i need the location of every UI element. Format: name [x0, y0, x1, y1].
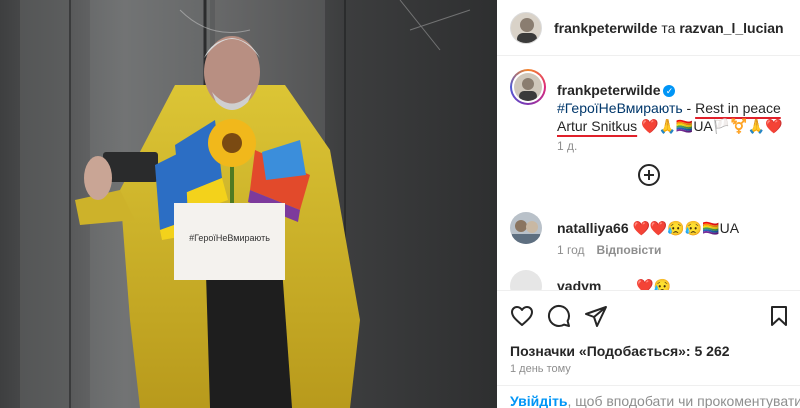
post-photo[interactable]: #ГероїНеВмирають	[0, 0, 497, 408]
caption-author-link[interactable]: frankpeterwilde	[557, 82, 660, 98]
comment-body: ❤️❤️😥😥🏳️‍🌈UA	[632, 220, 740, 236]
caption-dash: -	[682, 100, 696, 116]
header-author-link[interactable]: frankpeterwilde	[554, 20, 657, 36]
login-link[interactable]: Увійдіть	[510, 393, 568, 408]
post-sidebar: frankpeterwilde та razvan_l_lucian frank…	[497, 0, 800, 408]
photo-illustration	[0, 0, 497, 408]
caption-avatar[interactable]	[510, 69, 546, 105]
post-date: 1 день тому	[510, 363, 571, 375]
login-prompt-text: , щоб вподобати чи прокоментувати.	[567, 393, 800, 408]
caption-emojis: ❤️🙏🏳️‍🌈UA🏳️⚧️🙏❤️	[641, 118, 783, 134]
caption-text: frankpeterwilde ✓ #ГероїНеВмирають - Rest…	[557, 81, 792, 135]
likes-count[interactable]: Позначки «Подобається»: 5 262	[510, 343, 730, 359]
caption-text-line1: Rest in peace	[695, 100, 781, 116]
comment-avatar[interactable]	[510, 212, 542, 244]
caption-time: 1 д.	[557, 139, 578, 153]
header-authors: frankpeterwilde та razvan_l_lucian	[554, 20, 784, 36]
comment-body: ❤️😥	[636, 278, 672, 290]
comment-author-link[interactable]: vadym____	[557, 278, 633, 290]
comment-meta: 1 год Відповісти	[557, 243, 661, 257]
heart-icon[interactable]	[510, 304, 534, 328]
action-bar	[497, 290, 800, 340]
comment-avatar[interactable]	[510, 270, 542, 290]
comment-time: 1 год	[557, 243, 585, 257]
post-header: frankpeterwilde та razvan_l_lucian	[497, 0, 800, 56]
bookmark-icon[interactable]	[767, 304, 791, 328]
comment-text: natalliya66 ❤️❤️😥😥🏳️‍🌈UA	[557, 220, 790, 237]
author-avatar[interactable]	[510, 11, 542, 44]
plus-circle-icon[interactable]	[638, 164, 660, 186]
login-prompt: Увійдіть, щоб вподобати чи прокоментуват…	[497, 385, 800, 408]
share-icon[interactable]	[584, 304, 608, 328]
photo-sign-text: #ГероїНеВмирають	[189, 233, 270, 243]
caption-text-line2: Artur Snitkus	[557, 118, 638, 134]
comment-text: vadym____ ❤️😥	[557, 278, 790, 290]
comment-author-link[interactable]: natalliya66	[557, 220, 629, 236]
reply-button[interactable]: Відповісти	[597, 243, 662, 257]
header-separator: та	[661, 19, 676, 36]
comment-icon[interactable]	[547, 304, 571, 328]
caption-hashtag[interactable]: #ГероїНеВмирають	[557, 100, 683, 116]
comments-list[interactable]: frankpeterwilde ✓ #ГероїНеВмирають - Rest…	[497, 57, 800, 290]
header-collaborator-link[interactable]: razvan_l_lucian	[679, 20, 783, 36]
verified-badge-icon: ✓	[663, 85, 676, 97]
